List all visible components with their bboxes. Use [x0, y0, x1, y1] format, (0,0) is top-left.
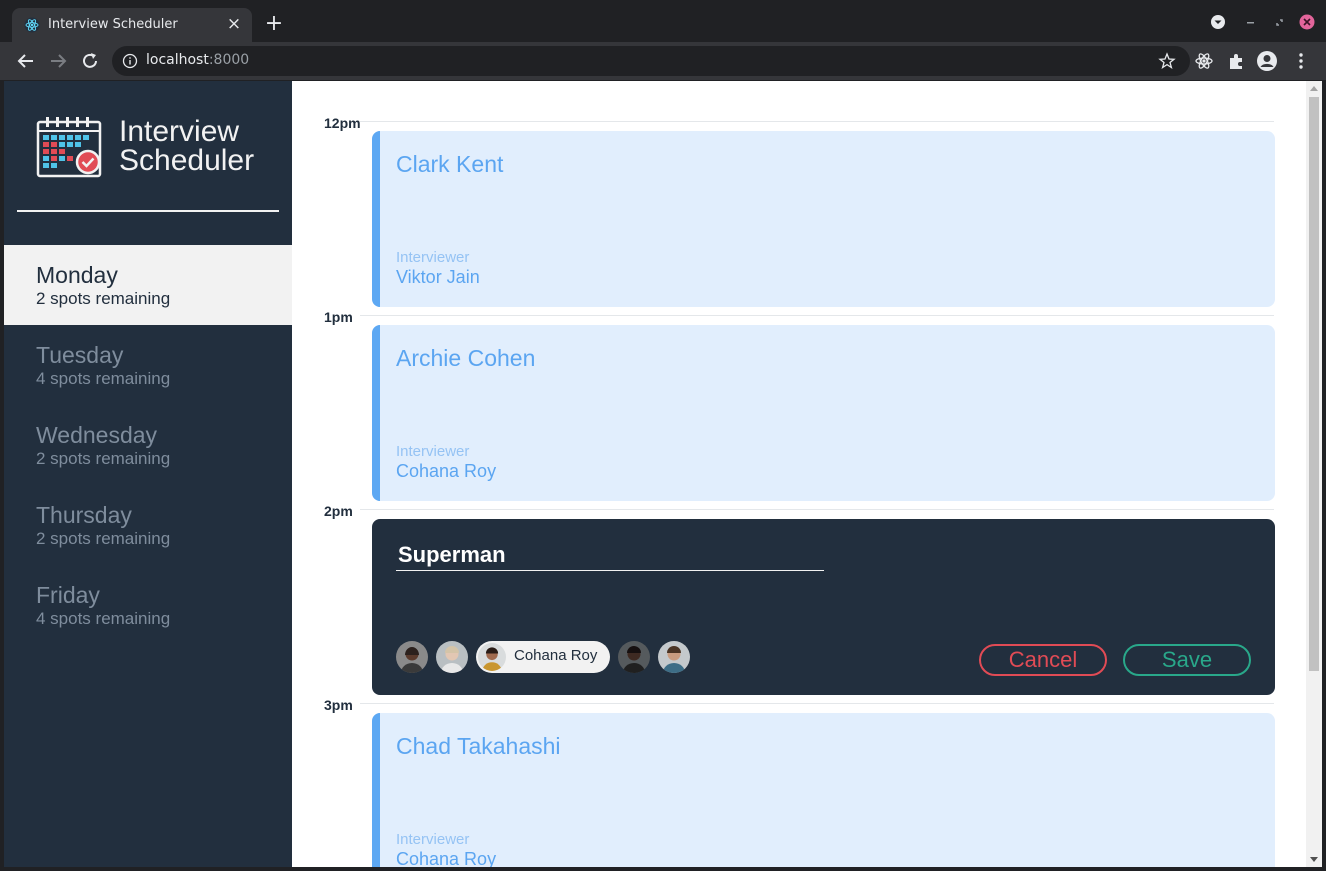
cancel-button[interactable]: Cancel [979, 644, 1107, 676]
day-spots: 4 spots remaining [36, 609, 171, 628]
app-viewport: Interview Scheduler Monday 2 spots remai… [4, 81, 1322, 867]
day-item-friday[interactable]: Friday 4 spots remaining [4, 565, 292, 645]
time-label: 1pm [324, 309, 353, 325]
interviewer-name: Cohana Roy [396, 849, 497, 867]
brand-line-1: Interview [119, 115, 240, 148]
time-separator [360, 509, 1274, 510]
restore-icon[interactable] [1269, 12, 1289, 32]
time-separator [360, 703, 1274, 704]
extensions-icon[interactable] [1225, 50, 1247, 72]
day-name: Monday [36, 262, 118, 288]
appointment-card[interactable]: Chad Takahashi Interviewer Cohana Roy [372, 713, 1275, 867]
info-icon[interactable] [122, 53, 138, 69]
browser-tab[interactable]: Interview Scheduler × [12, 8, 252, 42]
profile-avatar-icon[interactable] [1256, 50, 1278, 72]
appointment-student: Clark Kent [396, 151, 504, 177]
appointment-accent-bar [372, 131, 380, 307]
interviewer-avatar[interactable] [436, 641, 468, 673]
brand-line-2: Scheduler [119, 144, 255, 177]
day-name: Wednesday [36, 422, 158, 448]
interviewer-name: Cohana Roy [396, 461, 497, 481]
day-item-wednesday[interactable]: Wednesday 2 spots remaining [4, 405, 292, 485]
appointment-card[interactable]: Archie Cohen Interviewer Cohana Roy [372, 325, 1275, 501]
interviewer-avatar [478, 643, 506, 671]
tab-title: Interview Scheduler [48, 17, 178, 32]
sidebar: Interview Scheduler Monday 2 spots remai… [4, 81, 292, 867]
brand-divider [17, 210, 279, 212]
react-devtools-icon[interactable] [1193, 50, 1215, 72]
appointment-form: Cohana Roy Cancel Save [372, 519, 1275, 695]
url-text: localhost:8000 [146, 52, 250, 68]
interviewer-label: Interviewer [396, 249, 470, 266]
app-brand: Interview Scheduler [119, 115, 255, 177]
appointment-student: Chad Takahashi [396, 733, 561, 759]
day-item-monday[interactable]: Monday 2 spots remaining [4, 245, 292, 325]
calendar-logo-icon [36, 117, 102, 178]
scrollbar-thumb[interactable] [1309, 97, 1319, 671]
appointment-accent-bar [372, 325, 380, 501]
address-bar[interactable]: localhost:8000 [112, 46, 1190, 76]
interviewer-avatar[interactable] [396, 641, 428, 673]
student-name-input[interactable] [396, 539, 824, 571]
scroll-up-icon[interactable] [1310, 85, 1318, 93]
time-label: 3pm [324, 697, 353, 713]
day-name: Thursday [36, 502, 132, 528]
reload-icon[interactable] [78, 49, 102, 73]
day-spots: 4 spots remaining [36, 369, 171, 388]
time-label: 2pm [324, 503, 353, 519]
browser-tabbar: Interview Scheduler × + [0, 0, 1326, 42]
interviewer-avatar[interactable] [618, 641, 650, 673]
interviewer-name: Viktor Jain [396, 267, 480, 287]
appointment-card[interactable]: Clark Kent Interviewer Viktor Jain [372, 131, 1275, 307]
day-item-tuesday[interactable]: Tuesday 4 spots remaining [4, 325, 292, 405]
vertical-scrollbar[interactable] [1306, 81, 1322, 867]
forward-arrow-icon[interactable] [46, 49, 70, 73]
selected-interviewer[interactable]: Cohana Roy [476, 641, 610, 673]
day-name: Tuesday [36, 342, 124, 368]
minimize-icon[interactable] [1241, 12, 1261, 32]
interviewer-label: Interviewer [396, 831, 470, 848]
time-separator [360, 121, 1274, 122]
browser-toolbar: localhost:8000 [0, 42, 1326, 80]
save-button[interactable]: Save [1123, 644, 1251, 676]
time-label: 12pm [324, 115, 361, 131]
time-separator [360, 315, 1274, 316]
day-spots: 2 spots remaining [36, 289, 171, 308]
day-item-thursday[interactable]: Thursday 2 spots remaining [4, 485, 292, 565]
appointment-accent-bar [372, 713, 380, 867]
schedule: 12pm Clark Kent Interviewer Viktor Jain … [292, 81, 1306, 867]
interviewer-avatar[interactable] [658, 641, 690, 673]
interviewer-label: Interviewer [396, 443, 470, 460]
browser-menu-icon[interactable] [1290, 50, 1312, 72]
selected-interviewer-name: Cohana Roy [514, 647, 598, 664]
new-tab-icon[interactable]: + [262, 12, 286, 36]
scroll-down-icon[interactable] [1310, 855, 1318, 863]
appointment-student: Archie Cohen [396, 345, 536, 371]
day-spots: 2 spots remaining [36, 529, 171, 548]
back-arrow-icon[interactable] [14, 49, 38, 73]
bookmark-star-icon[interactable] [1158, 52, 1176, 70]
day-name: Friday [36, 582, 100, 608]
tab-search-icon[interactable] [1208, 12, 1228, 32]
close-window-icon[interactable] [1297, 12, 1317, 32]
react-icon [24, 17, 40, 33]
day-spots: 2 spots remaining [36, 449, 171, 468]
close-tab-icon[interactable]: × [224, 14, 244, 34]
